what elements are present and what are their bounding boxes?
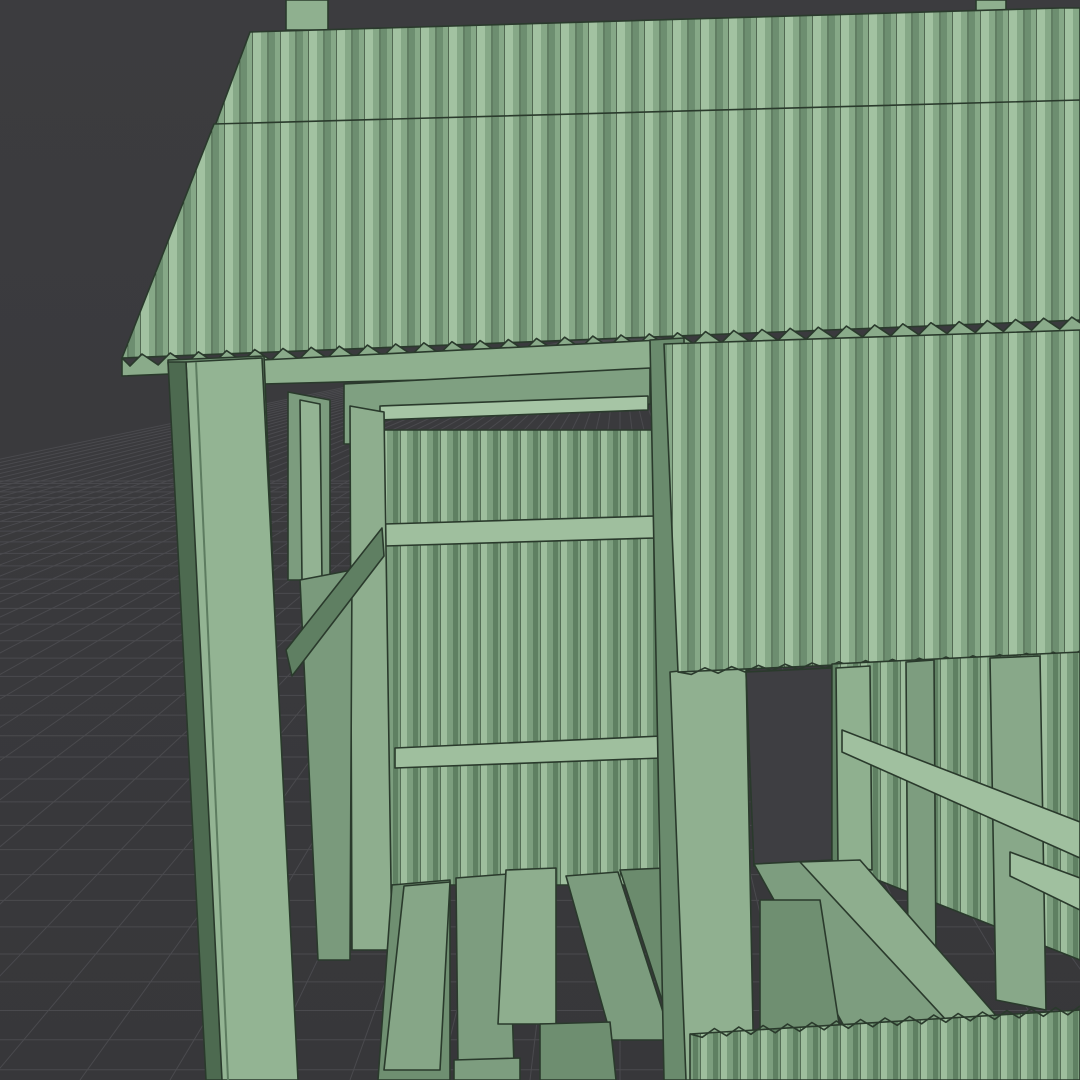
left-inner-post-2 — [349, 405, 393, 951]
right-inner-post — [835, 665, 873, 871]
floor-plank-7 — [453, 1057, 521, 1080]
right-inner-post-2 — [905, 659, 937, 961]
right-opening — [745, 667, 833, 867]
viewport-canvas — [0, 0, 1080, 1080]
left-inner-post-1-face — [299, 399, 323, 581]
floor-plank-3 — [497, 867, 557, 1025]
floor-plank-6 — [539, 1021, 617, 1080]
shed-model — [121, 0, 1080, 1080]
front-wall-cladding — [663, 329, 1080, 673]
back-wall — [379, 429, 663, 886]
roof-lower-sheet — [121, 99, 1080, 359]
ridge-post — [285, 0, 329, 31]
3d-viewport[interactable] — [0, 0, 1080, 1080]
